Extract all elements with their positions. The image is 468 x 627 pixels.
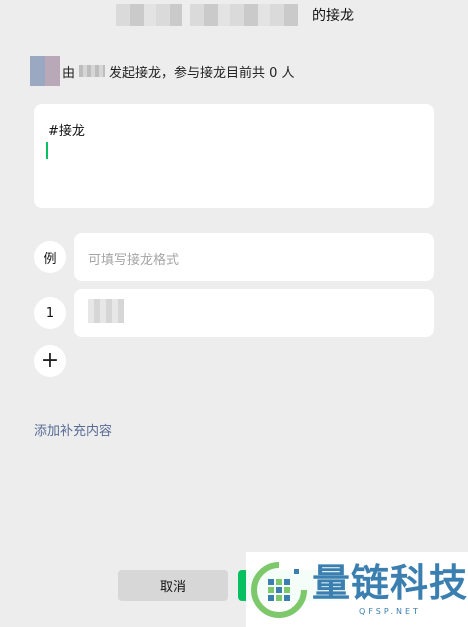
format-input[interactable]: 可填写接龙格式 [74,233,434,281]
title-row: 的接龙 [116,4,354,26]
initiator-suffix: 发起接龙，参与接龙目前共 0 人 [109,65,295,81]
avatar [30,56,60,86]
entry-content-blurred [88,299,124,323]
watermark-title: 量链科技 [312,560,468,605]
initiator-row: 由 发起接龙，参与接龙目前共 0 人 [30,56,295,86]
add-extra-content-link[interactable]: 添加补充内容 [34,420,112,439]
watermark-subtitle: QFSP.NET [359,606,421,616]
solitaire-text-area[interactable]: #接龙 [34,104,434,208]
group-name-blurred [116,4,182,26]
text-cursor [46,142,48,159]
add-entry-button[interactable]: + [34,345,66,377]
cancel-button[interactable]: 取消 [118,570,228,601]
watermark-text: 量链科技 QFSP.NET [312,564,468,616]
example-badge-label: 例 [43,251,57,267]
group-name-blurred-2 [190,4,298,26]
watermark-logo-icon [251,561,307,618]
plus-icon: + [40,348,60,373]
entry-index-badge: 1 [34,297,66,329]
initiator-prefix: 由 [62,65,76,81]
entry-index-label: 1 [45,305,55,321]
cancel-button-label: 取消 [159,580,186,595]
initiator-name-blurred [79,65,106,77]
entry-input[interactable] [74,289,434,337]
example-badge: 例 [34,241,66,273]
page-title: 的接龙 [312,8,354,24]
format-input-placeholder: 可填写接龙格式 [88,253,180,268]
watermark: 量链科技 QFSP.NET [246,552,468,627]
solitaire-text-value: #接龙 [48,124,85,139]
